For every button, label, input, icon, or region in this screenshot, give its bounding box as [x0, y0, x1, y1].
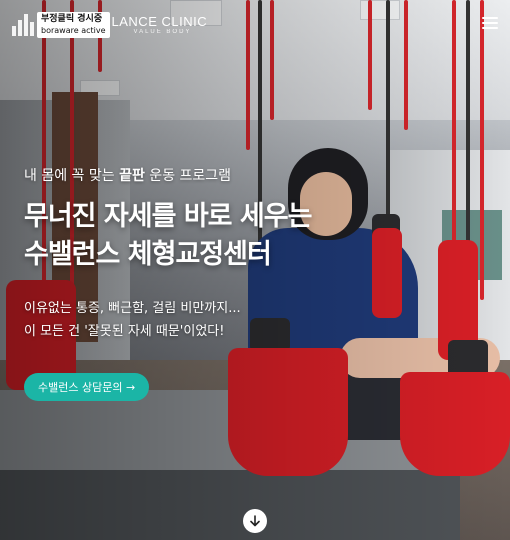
headline-line2: 수밸런스 체형교정센터	[24, 239, 272, 270]
headline-line1: 무너진 자세를 바로 세우는	[24, 201, 312, 232]
hero-section: 부정클릭 경시중 boraware active LANCE CLINIC VA…	[0, 0, 510, 540]
description-line1: 이유없는 통증, 뻐근함, 걸림 비만까지...	[24, 301, 241, 316]
subtitle-emphasis: 끝판	[119, 168, 145, 184]
logo-badge-line2: boraware active	[41, 26, 106, 35]
subtitle-text: 운동 프로그램	[144, 168, 232, 184]
logo-badge: 부정클릭 경시중 boraware active	[37, 12, 110, 38]
subtitle-text: 내 몸에 꼭 맞는	[24, 168, 120, 184]
logo-bars-icon	[12, 14, 34, 36]
arrow-down-icon	[250, 515, 260, 527]
hero-headline: 무너진 자세를 바로 세우는 수밸런스 체형교정센터	[24, 198, 312, 274]
hero-subtitle: 내 몸에 꼭 맞는 끝판 운동 프로그램	[24, 165, 231, 185]
logo-badge-line1: 부정클릭 경시중	[41, 14, 103, 24]
site-logo[interactable]: 부정클릭 경시중 boraware active LANCE CLINIC VA…	[12, 12, 207, 38]
logo-subtitle: VALUE BODY	[133, 29, 192, 35]
logo-text: LANCE CLINIC VALUE BODY	[111, 14, 208, 36]
logo-title: LANCE CLINIC	[111, 14, 208, 29]
description-line2: 이 모든 건 '잘못된 자세 때문'이었다!	[24, 324, 225, 339]
hero-description: 이유없는 통증, 뻐근함, 걸림 비만까지... 이 모든 건 '잘못된 자세 …	[24, 297, 241, 343]
arrow-down-circle-icon[interactable]	[243, 509, 267, 533]
consultation-button[interactable]: 수밸런스 상담문의 →	[24, 373, 150, 401]
hamburger-menu-icon[interactable]	[482, 17, 498, 30]
